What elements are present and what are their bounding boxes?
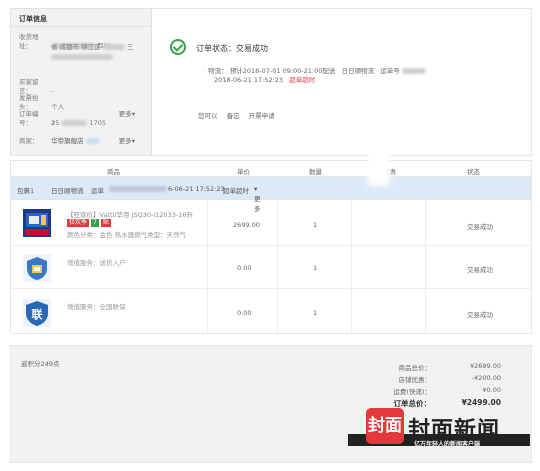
actions-prompt: 您可以 bbox=[198, 112, 218, 120]
header-qty: 数量 bbox=[309, 168, 322, 176]
order-info-title: 订单信息 bbox=[11, 9, 151, 27]
logistics-label: 物流： bbox=[208, 67, 228, 75]
logistics-row: · 物流： 预计2018-07-01 09:00-21:00配送 日日顺物流 运… bbox=[204, 67, 426, 76]
tag-seven-day: 7 bbox=[91, 219, 99, 227]
service-name[interactable]: 增值服务：送货入户 bbox=[67, 257, 126, 267]
logistics-row-2: 2018-06-21 17:52:23 超单超时 bbox=[214, 76, 315, 85]
memo-link[interactable]: 备忘 bbox=[227, 112, 240, 120]
order-status-title: 订单状态：交易成功 bbox=[196, 44, 268, 53]
svg-text:联: 联 bbox=[32, 307, 43, 321]
invoice-request-link[interactable]: 开票申请 bbox=[249, 112, 275, 120]
header-price: 单价 bbox=[237, 168, 250, 176]
row-status: 交易成功 bbox=[467, 266, 493, 274]
shipping-label: 运费(快递)： bbox=[393, 388, 431, 396]
table-row: 【狂欢价】Vatti/华帝 JSQ30-i12033-16升 狂欢季 7 贴 颜色分… bbox=[11, 200, 531, 246]
order-number-row-2: 2 bbox=[19, 119, 147, 128]
package-delay-link[interactable]: 超单超时 bbox=[223, 185, 249, 195]
header-goods: 商品 bbox=[107, 168, 120, 176]
shop-row: 商家： 华帝旗舰店 更多▾ bbox=[19, 137, 147, 146]
package-waybill-label: 运单 bbox=[91, 187, 104, 195]
address-row-2: 省 成都市 锦江区 三 bbox=[19, 43, 147, 52]
row-status: 交易成功 bbox=[467, 311, 493, 319]
order-number-tail: 2 bbox=[51, 119, 56, 127]
row-status: 交易成功 bbox=[467, 223, 493, 231]
delivery-service-icon bbox=[23, 254, 51, 282]
success-check-icon bbox=[170, 39, 186, 55]
watermark-logo: 封面 bbox=[366, 408, 404, 444]
shop-discount-label: 店铺优惠： bbox=[398, 376, 432, 384]
row-price: 0.00 bbox=[237, 309, 252, 317]
warranty-shield-icon: 联 bbox=[23, 299, 51, 327]
grand-total-value: ¥2499.00 bbox=[461, 398, 501, 407]
shop-name-link[interactable]: 华帝旗舰店 bbox=[51, 137, 84, 145]
more-link-shop[interactable]: 更多▾ bbox=[119, 137, 135, 146]
watermark-slogan: 亿万年轻人的新闻客户端 bbox=[414, 441, 481, 448]
service-name[interactable]: 增值服务：全国联保 bbox=[67, 301, 126, 311]
shop-discount-value: -¥200.00 bbox=[471, 374, 501, 382]
waybill-label: 运单号 bbox=[380, 67, 400, 75]
product-spec: 颜色分类：金色 热水器燃气类型：天然气 bbox=[67, 231, 187, 239]
water-heater-thumbnail[interactable] bbox=[23, 209, 51, 237]
order-info-panel: 订单信息 收货地址： 四川 省 成都市 锦江区 三 买家留言： - 发票抬头： … bbox=[10, 8, 152, 156]
table-row: 增值服务：送货入户 0.00 1 交易成功 bbox=[11, 246, 531, 289]
address-suffix: 三 bbox=[126, 43, 134, 51]
package-time: 6-06-21 17:52:23 bbox=[168, 185, 225, 193]
row-qty: 1 bbox=[313, 264, 318, 272]
goods-table: 商品 单价 数量 优惠 状态 包裹1 日日顺物流 运单 6-06-21 17:5… bbox=[10, 160, 532, 334]
row-price: 0.00 bbox=[237, 264, 252, 272]
product-tags: 狂欢季 7 贴 bbox=[67, 218, 113, 227]
package-bar: 包裹1 日日顺物流 运单 6-06-21 17:52:23 超单超时 更多 ▾ bbox=[11, 177, 531, 213]
shipping-value: ¥0.00 bbox=[482, 386, 501, 394]
address-row-3 bbox=[19, 53, 147, 62]
header-status: 状态 bbox=[467, 168, 480, 176]
address-line2: 省 成都市 锦江区 bbox=[51, 43, 101, 51]
logistics-time: 2018-06-21 17:52:23 bbox=[214, 76, 284, 84]
more-link-order[interactable]: 更多▾ bbox=[119, 110, 135, 119]
shop-label: 商家： bbox=[19, 137, 39, 145]
order-status-panel: 订单状态：交易成功 · 物流： 预计2018-07-01 09:00-21:00… bbox=[152, 8, 532, 156]
subtotal-value: ¥2699.00 bbox=[469, 362, 501, 370]
logistics-company: 日日顺物流 bbox=[341, 67, 375, 75]
delay-link[interactable]: 超单超时 bbox=[289, 76, 315, 84]
table-row: 联 增值服务：全国联保 0.00 1 交易成功 bbox=[11, 289, 531, 335]
logistics-eta: 预计2018-07-01 09:00-21:00配送 bbox=[229, 67, 336, 75]
table-header: 商品 单价 数量 优惠 状态 bbox=[11, 161, 531, 177]
row-price: 2699.00 bbox=[233, 221, 260, 229]
points-earned: 返积分249点 bbox=[21, 360, 60, 368]
tag-festival: 狂欢季 bbox=[67, 219, 90, 227]
subtotal-label: 商品总价： bbox=[398, 364, 432, 372]
row-qty: 1 bbox=[313, 221, 318, 229]
row-qty: 1 bbox=[313, 309, 318, 317]
package-more-link[interactable]: 更多 ▾ bbox=[254, 185, 261, 213]
package-label: 包裹1 bbox=[17, 187, 35, 195]
package-carrier: 日日顺物流 bbox=[51, 187, 84, 195]
tag-subsidy: 贴 bbox=[100, 219, 111, 227]
action-row: 您可以 备忘 开票申请 bbox=[198, 110, 282, 120]
